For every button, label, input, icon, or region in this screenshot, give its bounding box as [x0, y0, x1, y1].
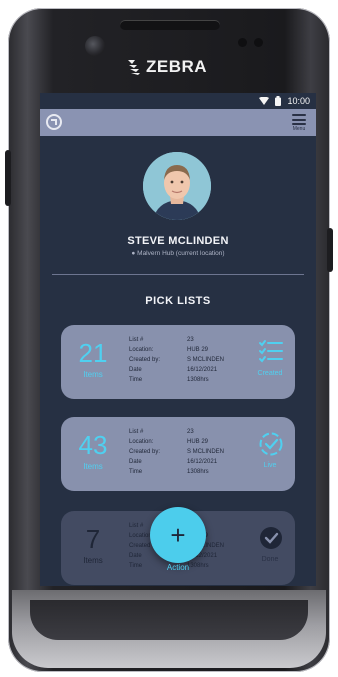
detail-label: Time [129, 469, 143, 475]
user-location-text: Malvern Hub (current location) [137, 250, 225, 257]
status-label: Live [263, 462, 277, 469]
plus-icon: + [170, 520, 186, 550]
earpiece-speaker [120, 20, 220, 30]
hamburger-icon [292, 114, 306, 125]
detail-label: List # [129, 429, 144, 435]
device-bumper-inner [30, 600, 308, 640]
detail-value: S MCLINDEN [187, 357, 225, 363]
check-circle-filled-icon [260, 527, 282, 549]
detail-value: HUB 29 [187, 439, 209, 445]
right-side-button [327, 228, 333, 272]
left-side-button [5, 150, 11, 206]
section-title: PICK LISTS [145, 295, 211, 307]
detail-value: HUB 29 [187, 347, 209, 353]
app-bar: Menu [40, 109, 316, 136]
user-name: STEVE MCLINDEN [127, 235, 229, 247]
item-count-label: Items [83, 462, 103, 471]
divider [52, 274, 304, 275]
item-count: 43 [78, 430, 108, 460]
detail-value: 23 [187, 429, 194, 435]
user-location: ● Malvern Hub (current location) [40, 250, 316, 257]
profile-photo [143, 152, 211, 220]
detail-label: Date [129, 459, 142, 465]
item-count-label: Items [83, 370, 103, 379]
pick-list-card[interactable]: 21 Items List # 23 Location: HUB 29 Crea… [61, 325, 295, 399]
detail-label: List # [129, 337, 144, 343]
detail-label: Created by: [129, 357, 161, 363]
detail-value: 23 [187, 337, 194, 343]
status-bar: 10:00 [40, 93, 316, 109]
wifi-icon [259, 97, 270, 105]
status-label: Done [261, 556, 279, 563]
action-button[interactable]: + [150, 507, 206, 563]
check-circle-dashed-icon [259, 432, 283, 456]
proximity-sensor [238, 38, 247, 47]
checklist-icon [259, 340, 283, 363]
menu-label: Menu [292, 126, 306, 132]
front-camera [85, 36, 105, 56]
menu-button[interactable]: Menu [289, 112, 309, 134]
light-sensor [254, 38, 263, 47]
item-count: 7 [85, 524, 101, 554]
pick-list-details: List # 23 Location: HUB 29 Created by: S… [129, 427, 269, 477]
brand-logo: ZEBRA [126, 57, 207, 77]
status-label: Created [257, 370, 283, 377]
pick-list-details: List # 23 Location: HUB 29 Created by: S… [129, 335, 269, 385]
pick-list-card[interactable]: 43 Items List # 23 Location: HUB 29 Crea… [61, 417, 295, 491]
app-screen: 10:00 Menu STEVE MCLINDEN ● Malvern Hub … [40, 93, 316, 586]
avatar[interactable] [143, 152, 211, 220]
battery-icon [275, 96, 282, 106]
zebra-head-icon [128, 60, 140, 75]
detail-label: Time [129, 377, 143, 383]
detail-label: Location: [129, 439, 154, 445]
detail-label: Created by: [129, 449, 161, 455]
status-time: 10:00 [287, 96, 310, 106]
item-count-label: Items [83, 556, 103, 565]
item-count: 21 [78, 338, 108, 368]
detail-label: Location: [129, 347, 154, 353]
location-pin-icon: ● [131, 250, 136, 257]
action-label: Action [166, 563, 190, 572]
detail-label: Date [129, 367, 142, 373]
app-logo-icon[interactable] [46, 114, 62, 130]
brand-name: ZEBRA [146, 57, 208, 76]
detail-value: S MCLINDEN [187, 449, 225, 455]
